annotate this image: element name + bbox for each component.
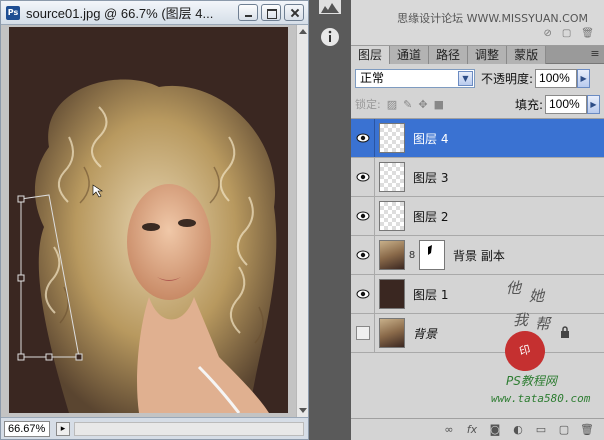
signature-char: 我 (513, 311, 529, 329)
layer-name[interactable]: 图层 2 (413, 208, 448, 225)
circle-icon[interactable]: ⊘ (543, 28, 551, 39)
add-mask-icon[interactable]: ◙ (488, 423, 502, 437)
layer-name[interactable]: 图层 3 (413, 169, 448, 186)
panel-tabs: 图层 通道 路径 调整 蒙版 ≡ (351, 46, 604, 64)
photo-canvas[interactable] (9, 27, 288, 413)
fill-arrow-icon[interactable]: ▶ (587, 94, 600, 114)
chevron-down-icon[interactable]: ▼ (458, 70, 473, 86)
blend-mode-value: 正常 (360, 70, 385, 85)
layer-thumbnail (379, 240, 405, 270)
layers-panel: 图层 通道 路径 调整 蒙版 ≡ 正常 ▼ 不透明度: 100% ▶ 锁定: ▨… (351, 46, 604, 440)
new-layer-icon[interactable]: ▢ (557, 423, 571, 437)
opacity-arrow-icon[interactable]: ▶ (577, 68, 591, 88)
lock-transparent-icon[interactable]: ▨ (387, 98, 397, 111)
layer-thumbnail (379, 201, 405, 231)
signature-char: 他 (506, 279, 522, 297)
histogram-icon[interactable] (319, 0, 341, 22)
layer-list: 图层 4 图层 3 图层 2 8 背景 副本 图层 1 背景 他 她 我 帮 印 (351, 118, 604, 408)
layers-panel-footer: ∞ fx ◙ ◐ ▭ ▢ 🗑 (351, 418, 604, 440)
lock-brush-icon[interactable]: ✎ (403, 98, 412, 111)
portrait-image (9, 27, 288, 413)
blend-mode-select[interactable]: 正常 ▼ (355, 68, 475, 88)
watermark-text: 思缘设计论坛 WWW.MISSYUAN.COM (397, 12, 588, 25)
fill-field[interactable]: 100% (545, 94, 587, 114)
new-group-icon[interactable]: ▭ (534, 423, 548, 437)
visibility-toggle[interactable] (351, 314, 375, 352)
visibility-toggle[interactable] (351, 236, 375, 274)
opacity-field[interactable]: 100% (535, 68, 578, 88)
upper-panel: 思缘设计论坛 WWW.MISSYUAN.COM ⊘ ▢ 🗑 (351, 0, 604, 46)
link-layers-icon[interactable]: ∞ (442, 423, 456, 437)
maximize-button[interactable] (261, 4, 281, 21)
layer-name[interactable]: 背景 副本 (453, 247, 505, 264)
document-title: source01.jpg @ 66.7% (图层 4... (26, 6, 214, 21)
tab-paths[interactable]: 路径 (429, 46, 469, 64)
layer-thumbnail (379, 279, 405, 309)
document-window: Ps source01.jpg @ 66.7% (图层 4... 66.67% … (0, 0, 309, 440)
eye-icon[interactable] (356, 211, 370, 221)
document-titlebar[interactable]: Ps source01.jpg @ 66.7% (图层 4... (1, 1, 308, 25)
hidden-visibility-box[interactable] (355, 326, 370, 340)
visibility-toggle[interactable] (351, 275, 375, 313)
site-watermark-title: PS教程网 (506, 374, 557, 388)
vertical-scrollbar[interactable] (296, 25, 308, 417)
fx-icon[interactable]: fx (465, 423, 479, 437)
minimize-button[interactable] (238, 4, 258, 21)
layer-name[interactable]: 图层 4 (413, 130, 448, 147)
tab-masks[interactable]: 蒙版 (507, 46, 547, 64)
layer-row[interactable]: 8 背景 副本 (351, 236, 604, 275)
trash-icon[interactable]: 🗑 (581, 28, 594, 39)
signature-char: 帮 (535, 315, 551, 333)
collapsed-panel-dock (309, 0, 351, 440)
eye-icon[interactable] (356, 289, 370, 299)
square-icon[interactable]: ▢ (562, 28, 571, 39)
horizontal-scrollbar[interactable] (74, 421, 304, 436)
layer-name[interactable]: 图层 1 (413, 286, 448, 303)
panel-menu-icon[interactable]: ≡ (586, 46, 604, 64)
tab-layers[interactable]: 图层 (351, 46, 391, 64)
layer-thumbnail (379, 162, 405, 192)
scroll-up-icon[interactable] (299, 29, 307, 34)
close-button[interactable] (284, 4, 304, 21)
layer-thumbnail (379, 123, 405, 153)
layer-row[interactable]: 图层 2 (351, 197, 604, 236)
site-watermark-url: www.tata580.com (491, 392, 591, 405)
opacity-label: 不透明度: (481, 71, 534, 86)
photoshop-window: Ps source01.jpg @ 66.7% (图层 4... 66.67% … (0, 0, 604, 440)
eye-icon[interactable] (356, 172, 370, 182)
layer-row[interactable]: 图层 4 (351, 119, 604, 158)
eye-icon[interactable] (356, 133, 370, 143)
layer-thumbnail (379, 318, 405, 348)
tab-adjustments[interactable]: 调整 (468, 46, 508, 64)
eye-icon[interactable] (356, 250, 370, 260)
signature-char: 她 (529, 287, 545, 305)
adjustment-layer-icon[interactable]: ◐ (511, 423, 525, 437)
lock-move-icon[interactable]: ✥ (418, 98, 427, 111)
layer-mask-thumbnail[interactable] (419, 240, 445, 270)
layer-row[interactable]: 图层 3 (351, 158, 604, 197)
layer-name[interactable]: 背景 (413, 325, 437, 342)
visibility-toggle[interactable] (351, 119, 375, 157)
link-icon[interactable]: 8 (407, 250, 417, 261)
zoom-field[interactable]: 66.67% (4, 420, 50, 437)
visibility-toggle[interactable] (351, 197, 375, 235)
delete-layer-icon[interactable]: 🗑 (580, 423, 594, 437)
status-bar: 66.67% ▸ (1, 417, 308, 439)
canvas-area[interactable] (1, 25, 296, 417)
lock-all-icon[interactable]: ■ (434, 98, 444, 111)
info-icon[interactable] (319, 26, 341, 48)
scroll-down-icon[interactable] (299, 408, 307, 413)
photoshop-logo-icon: Ps (6, 5, 20, 20)
visibility-toggle[interactable] (351, 158, 375, 196)
status-menu-icon[interactable]: ▸ (56, 421, 70, 436)
fill-label: 填充: (514, 97, 543, 112)
tab-channels[interactable]: 通道 (390, 46, 430, 64)
mask-shape-icon (428, 245, 432, 255)
lock-label: 锁定: (355, 98, 381, 111)
